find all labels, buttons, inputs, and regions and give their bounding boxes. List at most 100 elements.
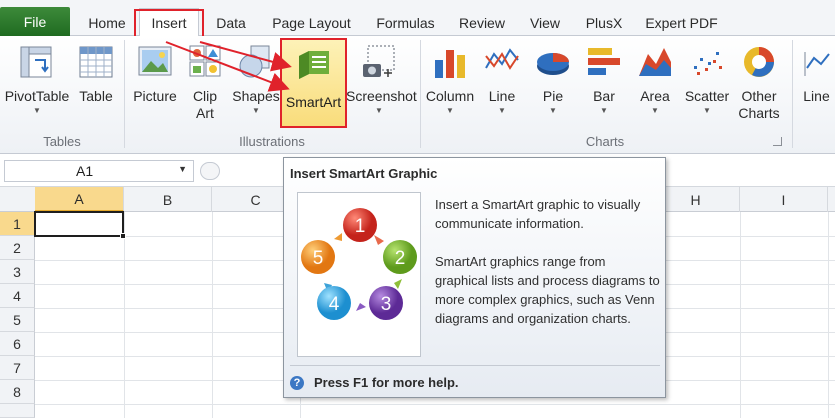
formula-bar-resize-handle[interactable] [200, 162, 220, 180]
row-header-6[interactable]: 6 [0, 332, 35, 356]
scatter-chart-button[interactable]: Scatter ▼ [682, 42, 732, 117]
pie-dropdown-icon: ▼ [549, 106, 557, 115]
fill-handle[interactable] [120, 233, 126, 239]
group-divider [420, 40, 421, 148]
line-sparkline-button[interactable]: Line [798, 42, 835, 105]
gridline [740, 212, 741, 418]
cycle-node-4: 4 [317, 286, 351, 320]
line-sparkline-label: Line [803, 88, 830, 104]
line-chart-label: Line [488, 88, 516, 104]
shapes-dropdown-icon: ▼ [252, 106, 260, 115]
screenshot-button[interactable]: Screenshot ▼ [346, 42, 417, 117]
tab-page-layout[interactable]: Page Layout [264, 9, 359, 36]
bar-dropdown-icon: ▼ [600, 106, 608, 115]
cycle-arrow [374, 235, 384, 245]
charts-dialog-launcher-icon[interactable] [773, 137, 782, 146]
cycle-node-1: 1 [343, 208, 377, 242]
clip-art-label-line1: Clip [192, 88, 218, 104]
smartart-highlight [280, 38, 347, 128]
bar-chart-label: Bar [593, 88, 615, 104]
pivottable-icon [18, 42, 56, 82]
clip-art-label-line2: Art [196, 105, 214, 121]
chevron-down-icon[interactable]: ▼ [178, 164, 187, 174]
pivottable-dropdown-icon: ▼ [33, 106, 41, 115]
table-button[interactable]: Table [75, 42, 117, 105]
area-chart-button[interactable]: Area ▼ [632, 42, 678, 117]
svg-text:4: 4 [329, 294, 340, 315]
column-chart-button[interactable]: Column ▼ [424, 42, 476, 117]
name-box[interactable]: A1 ▼ [4, 160, 194, 182]
gridline [35, 404, 835, 405]
line-sparkline-icon [801, 42, 833, 82]
tab-view[interactable]: View [521, 9, 569, 36]
tab-data[interactable]: Data [207, 9, 255, 36]
tooltip-title: Insert SmartArt Graphic [290, 166, 438, 181]
column-header-a[interactable]: A [35, 187, 124, 212]
scatter-chart-icon [688, 42, 726, 82]
ribbon-tab-bar: File Home Insert Data Page Layout Formul… [0, 0, 835, 37]
row-header-9[interactable] [0, 404, 35, 418]
tooltip-help-text: Press F1 for more help. [314, 375, 459, 390]
cycle-arrow [356, 303, 366, 311]
tooltip-help: ? Press F1 for more help. [290, 375, 459, 390]
clip-art-button[interactable]: Clip Art [186, 42, 224, 122]
area-chart-label: Area [640, 88, 670, 104]
line-dropdown-icon: ▼ [498, 106, 506, 115]
tooltip-desc-line2: SmartArt graphics range from graphical l… [435, 254, 660, 326]
screenshot-icon [360, 42, 398, 82]
column-header-b[interactable]: B [124, 187, 212, 212]
tab-expert-pdf[interactable]: Expert PDF [639, 9, 724, 36]
pivottable-button[interactable]: PivotTable ▼ [3, 42, 71, 117]
gridline [828, 212, 829, 418]
ribbon-insert: PivotTable ▼ Table Tables Picture Clip A… [0, 36, 835, 154]
other-charts-label-line2: Charts [738, 105, 780, 121]
tables-group-label: Tables [43, 134, 81, 149]
column-chart-icon [431, 42, 469, 82]
shapes-button[interactable]: Shapes ▼ [232, 42, 280, 117]
smartart-preview-image: 1 2 3 4 5 [297, 192, 421, 357]
row-header-5[interactable]: 5 [0, 308, 35, 332]
shapes-label: Shapes [232, 88, 280, 104]
pie-chart-label: Pie [542, 88, 564, 104]
row-header-1[interactable]: 1 [0, 212, 35, 236]
line-chart-button[interactable]: Line ▼ [482, 42, 522, 117]
cycle-node-2: 2 [383, 240, 417, 274]
tab-formulas[interactable]: Formulas [368, 9, 443, 36]
svg-text:3: 3 [381, 294, 392, 315]
tab-review[interactable]: Review [452, 9, 512, 36]
svg-text:1: 1 [355, 216, 366, 237]
smartart-tooltip: Insert SmartArt Graphic 1 2 3 4 5 Insert… [283, 157, 666, 398]
row-header-2[interactable]: 2 [0, 236, 35, 260]
illustrations-group-label: Illustrations [239, 134, 305, 149]
row-header-7[interactable]: 7 [0, 356, 35, 380]
row-header-8[interactable]: 8 [0, 380, 35, 404]
line-chart-icon [483, 42, 521, 82]
screenshot-label: Screenshot [346, 88, 417, 104]
area-dropdown-icon: ▼ [651, 106, 659, 115]
donut-chart-icon [740, 42, 778, 82]
clip-art-icon [186, 42, 224, 82]
area-chart-icon [636, 42, 674, 82]
tab-home[interactable]: Home [82, 9, 132, 36]
bar-chart-icon [585, 42, 623, 82]
column-header-i[interactable]: I [740, 187, 828, 212]
help-icon: ? [290, 375, 304, 390]
tab-file[interactable]: File [0, 7, 70, 36]
row-header-4[interactable]: 4 [0, 284, 35, 308]
pie-chart-icon [534, 42, 572, 82]
cycle-arrow [394, 279, 402, 289]
picture-button[interactable]: Picture [130, 42, 180, 105]
tooltip-description: Insert a SmartArt graphic to visually co… [435, 195, 660, 328]
tab-plusx[interactable]: PlusX [578, 9, 630, 36]
name-box-value: A1 [76, 163, 94, 179]
active-cell-a1[interactable] [34, 211, 126, 239]
picture-label: Picture [133, 88, 177, 104]
row-header-3[interactable]: 3 [0, 260, 35, 284]
screenshot-dropdown-icon: ▼ [375, 106, 383, 115]
cycle-arrow [334, 233, 342, 241]
gridline [124, 212, 125, 418]
pie-chart-button[interactable]: Pie ▼ [530, 42, 576, 117]
shapes-icon [237, 42, 275, 82]
bar-chart-button[interactable]: Bar ▼ [582, 42, 626, 117]
other-charts-button[interactable]: Other Charts [734, 42, 784, 122]
